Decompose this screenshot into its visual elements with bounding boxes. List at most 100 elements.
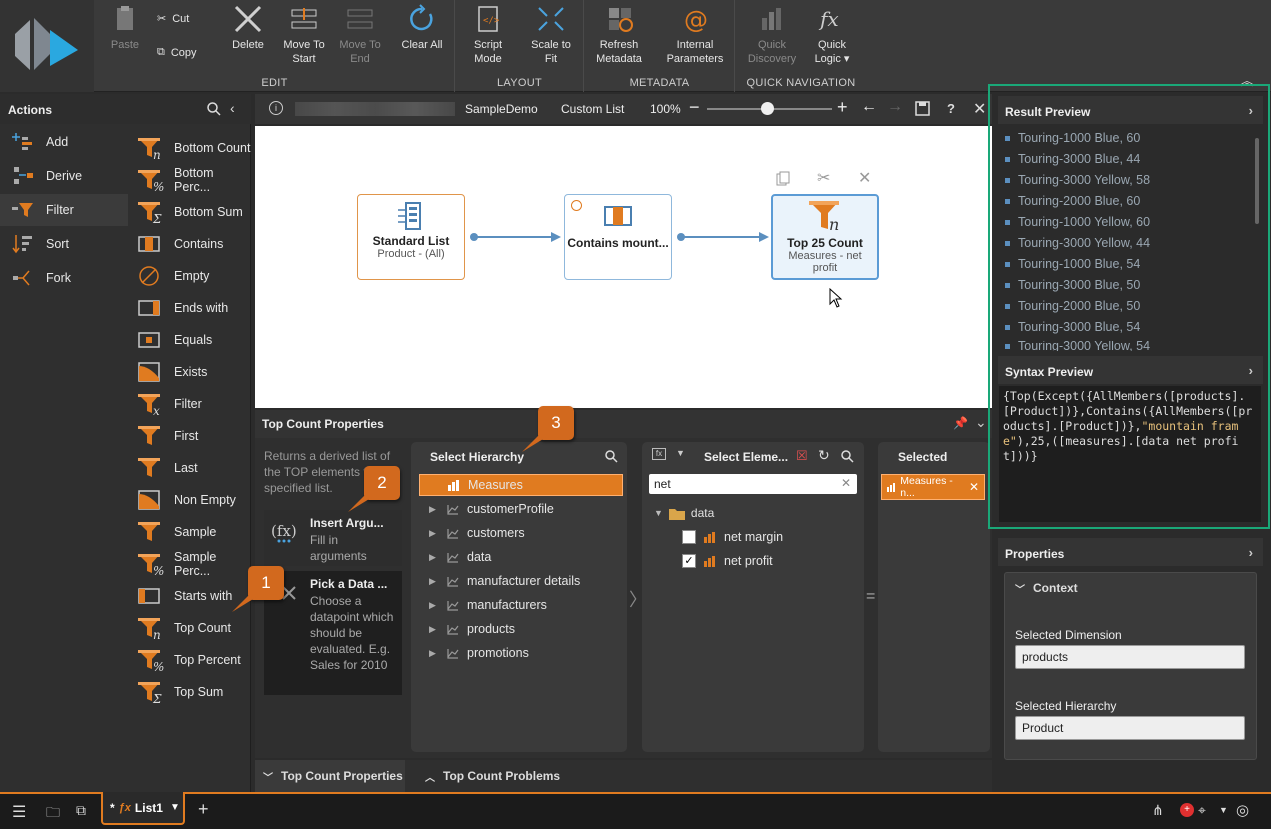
action-add[interactable]: Add: [0, 126, 128, 158]
menu-icon[interactable]: ☰: [12, 802, 26, 822]
properties-panel-header[interactable]: Properties ›: [998, 538, 1263, 566]
expand-arrow-icon[interactable]: ▶: [429, 600, 439, 611]
info-icon[interactable]: i: [269, 101, 283, 115]
element-item[interactable]: ✓ net profit: [682, 554, 773, 568]
filter-item[interactable]: n Top Count: [136, 612, 251, 644]
pointer-tool-icon[interactable]: ⌖: [1198, 802, 1206, 819]
selected-hierarchy-field[interactable]: Product: [1015, 716, 1245, 740]
copy-button[interactable]: ⧉ Copy: [157, 46, 197, 59]
script-mode-button[interactable]: </> Script Mode: [466, 4, 510, 66]
add-tab-icon[interactable]: +: [198, 799, 209, 820]
tab-top-count-problems[interactable]: ︿ Top Count Problems: [417, 760, 587, 792]
quick-discovery-button[interactable]: Quick Discovery: [744, 4, 800, 66]
action-filter[interactable]: Filter: [0, 194, 128, 226]
quick-logic-button[interactable]: fx Quick Logic ▾: [806, 4, 858, 66]
collapse-left-icon[interactable]: ‹: [230, 100, 235, 116]
action-derive[interactable]: Derive: [0, 160, 128, 192]
filter-item[interactable]: x Filter: [136, 388, 251, 420]
copy-node-icon[interactable]: [775, 171, 791, 190]
hierarchy-item[interactable]: ▶ manufacturers: [419, 594, 623, 616]
hierarchy-item[interactable]: ▶ data: [419, 546, 623, 568]
scale-to-fit-button[interactable]: Scale to Fit: [526, 4, 576, 66]
delete-button[interactable]: Delete: [225, 4, 271, 52]
clear-search-icon[interactable]: ✕: [841, 476, 851, 490]
filter-item[interactable]: Σ Top Sum: [136, 676, 251, 708]
hierarchy-item[interactable]: ▶ customerProfile: [419, 498, 623, 520]
forward-arrow-icon[interactable]: →: [887, 98, 903, 116]
expand-arrow-icon[interactable]: ▶: [429, 552, 439, 563]
save-icon[interactable]: [915, 101, 930, 116]
element-item[interactable]: net margin: [682, 530, 783, 544]
zoom-in-icon[interactable]: +: [837, 97, 848, 118]
hierarchy-item[interactable]: ▶ customers: [419, 522, 623, 544]
syntax-code[interactable]: {Top(Except({AllMembers([products].[Prod…: [999, 386, 1261, 522]
filter-item[interactable]: % Bottom Perc...: [136, 164, 251, 196]
hierarchy-item[interactable]: ▶ products: [419, 618, 623, 640]
paste-button[interactable]: Paste: [103, 4, 147, 52]
model-name[interactable]: SampleDemo: [465, 102, 538, 116]
back-arrow-icon[interactable]: ←: [861, 98, 877, 116]
pick-datapoint-step[interactable]: Pick a Data ... Choose a datapoint which…: [264, 571, 402, 695]
list-name[interactable]: Custom List: [561, 102, 624, 116]
result-scrollbar[interactable]: [1255, 138, 1259, 224]
element-checkbox[interactable]: [682, 530, 696, 544]
chevron-down-icon[interactable]: ⌄: [975, 414, 987, 431]
filter-item[interactable]: % Top Percent: [136, 644, 251, 676]
caret-down-icon[interactable]: ▼: [1219, 805, 1228, 815]
syntax-preview-header[interactable]: Syntax Preview ›: [998, 356, 1263, 384]
filter-item[interactable]: Last: [136, 452, 251, 484]
filter-item[interactable]: Sample: [136, 516, 251, 548]
folder-open-icon[interactable]: 🗀: [46, 802, 60, 826]
zoom-slider[interactable]: [707, 102, 832, 115]
spiral-icon[interactable]: ◎: [1236, 801, 1249, 819]
expand-arrow-icon[interactable]: ▶: [429, 528, 439, 539]
hierarchy-search-icon[interactable]: [605, 450, 618, 463]
collapse-ribbon-icon[interactable]: ︽: [1241, 72, 1257, 88]
filter-item[interactable]: Ends with: [136, 292, 251, 324]
tab-top-count-properties[interactable]: ﹀ Top Count Properties: [255, 760, 405, 792]
move-to-end-button[interactable]: Move To End: [335, 4, 385, 66]
search-icon[interactable]: [207, 102, 221, 116]
signal-icon[interactable]: ⋔: [1152, 802, 1164, 819]
clear-selection-icon[interactable]: ☒: [796, 448, 808, 464]
caret-down-icon[interactable]: ▼: [170, 802, 180, 813]
filter-item[interactable]: % Sample Perc...: [136, 548, 251, 580]
expand-arrow-icon[interactable]: ▶: [429, 648, 439, 659]
action-sort[interactable]: Sort: [0, 228, 128, 260]
filter-item[interactable]: Contains: [136, 228, 251, 260]
element-checkbox[interactable]: ✓: [682, 554, 696, 568]
hierarchy-item[interactable]: ▶ promotions: [419, 642, 623, 664]
hierarchy-item[interactable]: ▶ manufacturer details: [419, 570, 623, 592]
insert-arguments-step[interactable]: (fx) Insert Argu... Fill in arguments: [264, 510, 402, 566]
window-icon[interactable]: ⧉: [76, 802, 86, 819]
filter-item[interactable]: First: [136, 420, 251, 452]
expand-arrow-icon[interactable]: ▶: [429, 576, 439, 587]
move-to-start-button[interactable]: Move To Start: [279, 4, 329, 66]
cut-button[interactable]: ✂ Cut: [157, 12, 189, 26]
elements-search-input[interactable]: net ✕: [649, 474, 857, 494]
remove-chip-icon[interactable]: ✕: [969, 480, 979, 494]
dropdown-arrow-icon[interactable]: ▼: [676, 448, 685, 458]
expand-arrow-icon[interactable]: ▶: [429, 504, 439, 515]
notification-badge-icon[interactable]: +: [1180, 803, 1194, 817]
help-icon[interactable]: ?: [947, 101, 955, 116]
refresh-metadata-button[interactable]: Refresh Metadata: [593, 4, 645, 66]
clear-all-button[interactable]: Clear All: [397, 4, 447, 52]
node-contains[interactable]: Contains mount...: [564, 194, 672, 280]
filter-item[interactable]: Empty: [136, 260, 251, 292]
expand-arrow-icon[interactable]: ▶: [429, 624, 439, 635]
delete-node-icon[interactable]: ✕: [858, 168, 871, 188]
pin-icon[interactable]: 📌: [953, 416, 968, 430]
filter-item[interactable]: Exists: [136, 356, 251, 388]
hierarchy-item[interactable]: Measures: [419, 474, 623, 496]
filter-item[interactable]: n Bottom Count: [136, 132, 251, 164]
folder-data[interactable]: ▼ data: [654, 506, 714, 520]
action-fork[interactable]: Fork: [0, 262, 128, 294]
zoom-out-icon[interactable]: −: [689, 97, 700, 118]
list-tab[interactable]: * ƒx List1 ▼: [101, 792, 185, 825]
filter-item[interactable]: Non Empty: [136, 484, 251, 516]
fx-toggle-icon[interactable]: fx: [652, 448, 666, 460]
close-icon[interactable]: ✕: [973, 99, 986, 119]
internal-parameters-button[interactable]: @ Internal Parameters: [663, 4, 727, 66]
refresh-icon[interactable]: ↻: [818, 447, 830, 464]
